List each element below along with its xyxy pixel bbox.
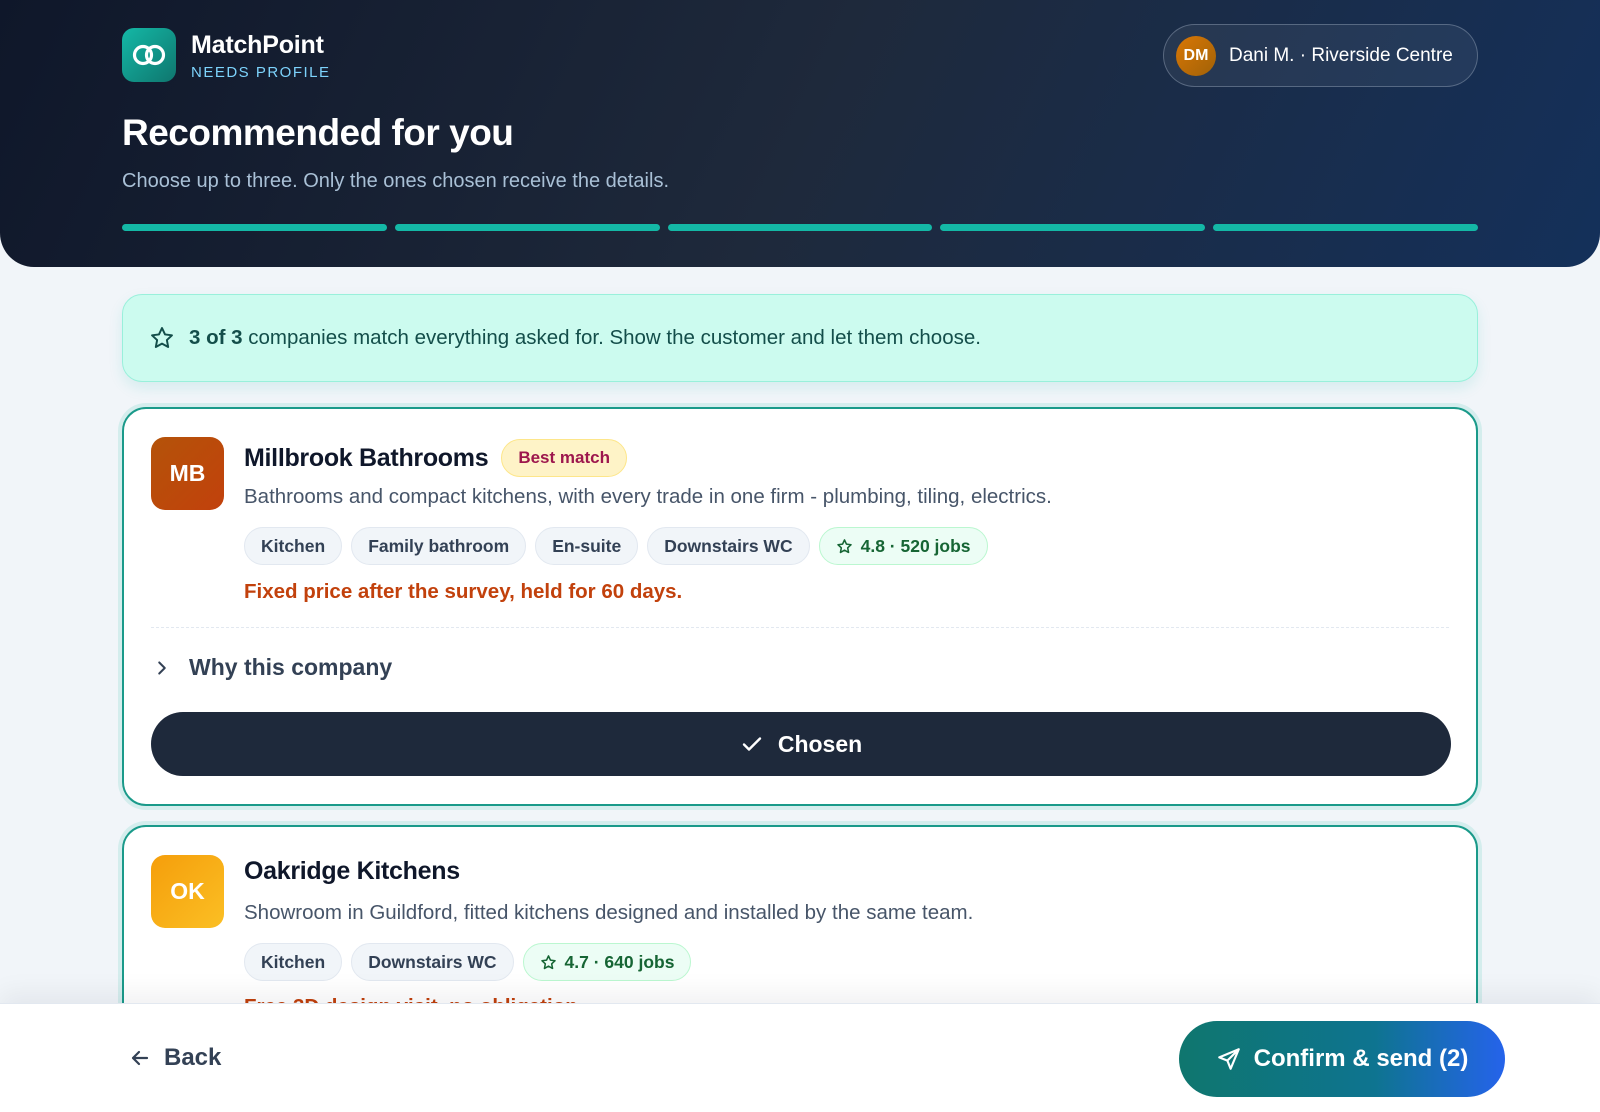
- back-button[interactable]: Back: [128, 1044, 221, 1072]
- step-progress: [122, 224, 1478, 231]
- service-tags: Kitchen Family bathroom En-suite Downsta…: [244, 527, 988, 565]
- chevron-right-icon: [158, 660, 166, 675]
- progress-step: [1213, 224, 1478, 231]
- footer-bar: Back Confirm & send (2): [0, 1003, 1600, 1112]
- brand-logo: [122, 28, 176, 82]
- progress-step: [667, 224, 933, 231]
- why-this-company-toggle[interactable]: Why this company: [151, 654, 392, 681]
- confirm-send-label: Confirm & send (2): [1253, 1045, 1469, 1072]
- banner-text: 3 of 3 companies match everything asked …: [189, 326, 981, 350]
- rating-tag: 4.8 · 520 jobs: [818, 527, 988, 565]
- rating-text: 4.8 · 520 jobs: [860, 535, 971, 556]
- chosen-label: Chosen: [777, 730, 863, 757]
- progress-step: [394, 224, 660, 231]
- confirm-send-button[interactable]: Confirm & send (2): [1179, 1021, 1505, 1097]
- brand: MatchPoint NEEDS PROFILE: [122, 28, 331, 82]
- service-tags: Kitchen Downstairs WC 4.7 · 640 jobs: [244, 943, 692, 981]
- user-label: Dani M. · Riverside Centre: [1229, 44, 1453, 66]
- service-tag: Family bathroom: [351, 527, 527, 565]
- brand-name: MatchPoint: [191, 30, 324, 59]
- chosen-button[interactable]: Chosen: [151, 712, 1451, 776]
- brand-subtitle: NEEDS PROFILE: [191, 63, 331, 81]
- why-this-company-label: Why this company: [189, 654, 393, 680]
- user-menu-chip[interactable]: DM Dani M. · Riverside Centre: [1163, 24, 1478, 87]
- progress-step: [940, 224, 1206, 231]
- service-tag: Downstairs WC: [351, 943, 514, 981]
- back-label: Back: [164, 1044, 222, 1071]
- star-icon: [540, 954, 556, 969]
- company-name: Oakridge Kitchens: [244, 857, 460, 885]
- check-icon: [742, 737, 762, 751]
- send-icon: [1217, 1048, 1240, 1070]
- company-description: Bathrooms and compact kitchens, with eve…: [244, 485, 1052, 508]
- company-logo: MB: [151, 437, 224, 510]
- best-match-badge: Best match: [501, 439, 627, 477]
- match-summary-banner: 3 of 3 companies match everything asked …: [122, 294, 1478, 382]
- avatar: DM: [1176, 35, 1216, 76]
- star-icon: [151, 327, 173, 348]
- company-name: Millbrook Bathrooms: [244, 443, 489, 472]
- arrow-left-icon: [131, 1050, 149, 1066]
- page-subtitle: Choose up to three. Only the ones chosen…: [122, 170, 670, 192]
- star-icon: [836, 538, 852, 553]
- page-title: Recommended for you: [122, 112, 514, 153]
- rating-tag: 4.7 · 640 jobs: [522, 943, 692, 981]
- service-tag: En-suite: [535, 527, 639, 565]
- company-logo: OK: [151, 855, 224, 928]
- rating-text: 4.7 · 640 jobs: [564, 951, 675, 972]
- progress-step: [122, 224, 387, 231]
- divider: [151, 627, 1449, 628]
- company-description: Showroom in Guildford, fitted kitchens d…: [244, 901, 974, 924]
- banner-message: companies match everything asked for. Sh…: [242, 326, 981, 349]
- pricing-note: Fixed price after the survey, held for 6…: [244, 580, 683, 603]
- match-count: 3 of 3: [189, 326, 243, 349]
- service-tag: Kitchen: [244, 943, 343, 981]
- linked-rings-icon: [132, 44, 166, 66]
- service-tag: Kitchen: [244, 527, 343, 565]
- company-card: MB Millbrook Bathrooms Best match Bathro…: [122, 407, 1478, 806]
- header: MatchPoint NEEDS PROFILE DM Dani M. · Ri…: [0, 0, 1600, 267]
- service-tag: Downstairs WC: [647, 527, 810, 565]
